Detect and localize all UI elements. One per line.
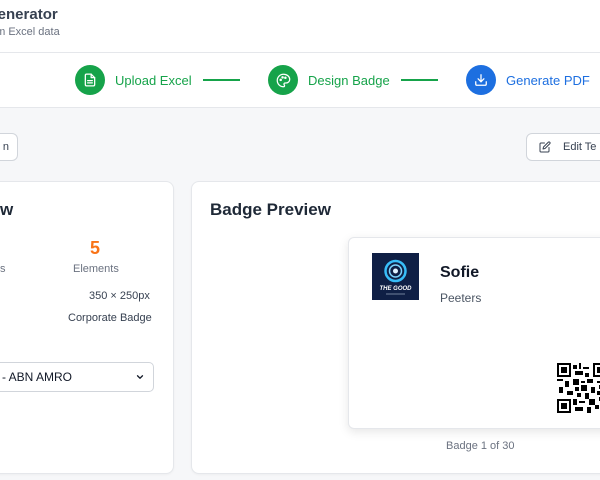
template-select-value: - ABN AMRO	[2, 370, 73, 384]
step-label: Design Badge	[308, 72, 390, 88]
step-connector	[203, 79, 240, 81]
elements-count: 5	[90, 238, 101, 258]
qr-code	[557, 363, 600, 413]
download-icon	[466, 65, 496, 95]
step-generate-pdf[interactable]: Generate PDF	[466, 64, 590, 96]
template-select[interactable]: - ABN AMRO	[0, 362, 154, 392]
step-upload-excel[interactable]: Upload Excel	[75, 64, 192, 96]
back-button[interactable]: n	[0, 133, 18, 161]
app-title: Generator	[0, 6, 58, 23]
badge-preview-title: Badge Preview	[210, 200, 331, 219]
step-label: Upload Excel	[115, 72, 192, 88]
edit-template-button[interactable]: Edit Te	[526, 133, 600, 161]
badge-preview: THE GOOD Sofie Peeters	[348, 237, 600, 429]
badge-last-name: Peeters	[440, 291, 482, 305]
chevron-down-icon	[135, 372, 145, 382]
edit-template-label: Edit Te	[563, 141, 597, 153]
overview-card-title: w	[0, 200, 14, 219]
badge-counter: Badge 1 of 30	[446, 440, 515, 452]
svg-text:THE GOOD: THE GOOD	[379, 286, 412, 292]
template-type-value: Corporate Badge	[68, 312, 152, 324]
edit-icon	[539, 141, 551, 153]
file-text-icon	[75, 65, 105, 95]
elements-label: Elements	[73, 263, 119, 275]
progress-stepper: Upload Excel Design Badge Generate PDF	[0, 53, 600, 108]
app-header: Generator om Excel data	[0, 0, 600, 53]
step-label: Generate PDF	[506, 72, 590, 88]
company-logo: THE GOOD	[372, 253, 419, 300]
stat-label: s	[0, 263, 6, 275]
back-button-label: n	[2, 141, 9, 153]
step-connector	[401, 79, 438, 81]
badge-size-value: 350 × 250px	[89, 290, 150, 302]
step-design-badge[interactable]: Design Badge	[268, 64, 390, 96]
badge-first-name: Sofie	[440, 264, 480, 281]
template-overview-card	[0, 181, 174, 474]
app-subtitle: om Excel data	[0, 26, 60, 38]
palette-icon	[268, 65, 298, 95]
